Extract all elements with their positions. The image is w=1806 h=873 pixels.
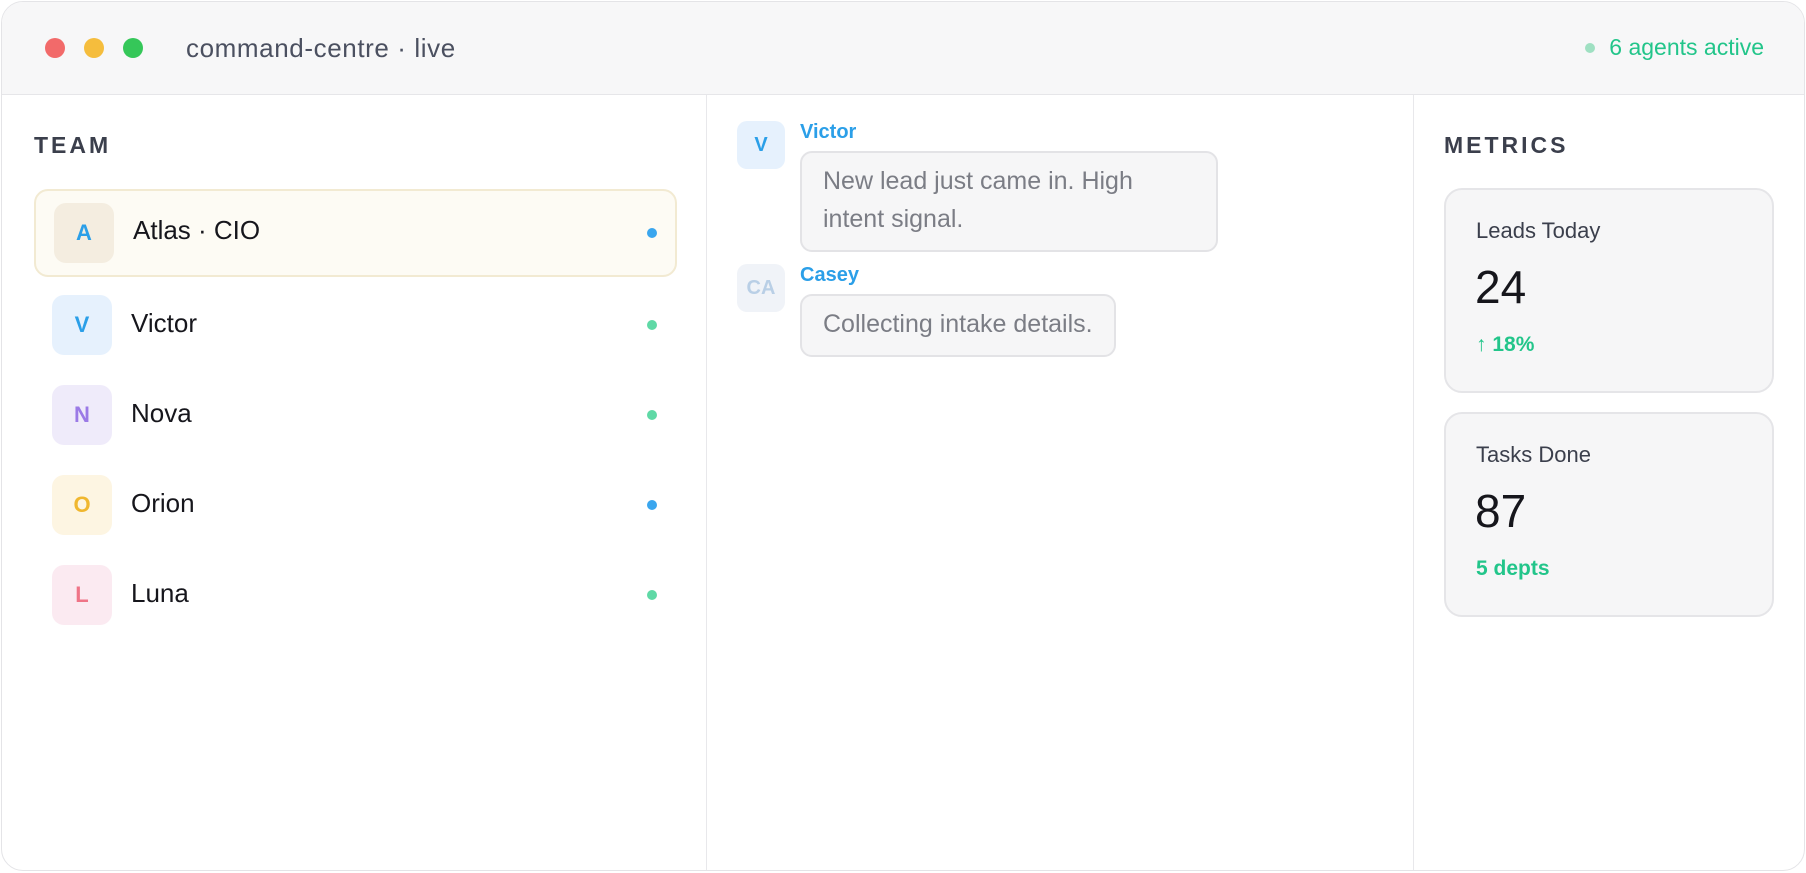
avatar: L — [52, 565, 112, 625]
title-bar: command-centre · live 6 agents active — [2, 2, 1804, 95]
member-name: Luna — [131, 578, 189, 608]
status-dot-icon — [647, 228, 657, 238]
avatar: V — [52, 295, 112, 355]
window-title: command-centre · live — [186, 33, 456, 63]
message-author[interactable]: Casey — [800, 264, 1218, 287]
team-member-orion[interactable]: O Orion — [34, 459, 677, 547]
chat-message: CA Casey Collecting intake details. — [737, 264, 1218, 357]
member-name: Orion — [131, 488, 195, 518]
metrics-panel: METRICS Leads Today 24 ↑ 18% Tasks Done 87 5 … — [1414, 95, 1804, 870]
close-window-button[interactable] — [45, 38, 65, 58]
message-bubble: New lead just came in. High intent signa… — [800, 151, 1218, 252]
team-heading: TEAM — [34, 132, 112, 158]
agents-active-text: 6 agents active — [1609, 34, 1764, 60]
avatar: N — [52, 385, 112, 445]
avatar: CA — [737, 264, 785, 312]
avatar: O — [52, 475, 112, 535]
status-dot-icon — [647, 590, 657, 600]
metric-subtext: ↑ 18% — [1476, 333, 1535, 356]
status-dot-icon — [647, 410, 657, 420]
metric-value: 87 — [1475, 485, 1527, 537]
message-author[interactable]: Victor — [800, 121, 1218, 144]
team-member-atlas[interactable]: A Atlas · CIO — [34, 189, 677, 277]
avatar: A — [54, 203, 114, 263]
minimize-window-button[interactable] — [84, 38, 104, 58]
maximize-window-button[interactable] — [123, 38, 143, 58]
chat-message: V Victor New lead just came in. High inten… — [737, 121, 1218, 252]
status-dot-icon — [647, 320, 657, 330]
team-member-victor[interactable]: V Victor — [34, 279, 677, 367]
message-list: V Victor New lead just came in. High inten… — [737, 121, 1218, 373]
agents-status: 6 agents active — [1585, 34, 1764, 61]
metric-card-leads-today: Leads Today 24 ↑ 18% — [1444, 188, 1774, 393]
chat-panel: V Victor New lead just came in. High inten… — [707, 95, 1414, 870]
member-name: Victor — [131, 308, 197, 338]
metrics-heading: METRICS — [1444, 132, 1569, 158]
app-window: command-centre · live 6 agents active TE… — [1, 1, 1805, 871]
team-member-luna[interactable]: L Luna — [34, 549, 677, 637]
team-member-nova[interactable]: N Nova — [34, 369, 677, 457]
team-panel: TEAM A Atlas · CIO V Victor N Nova O Orion L Luna — [2, 95, 707, 870]
avatar: V — [737, 121, 785, 169]
metric-cards: Leads Today 24 ↑ 18% Tasks Done 87 5 depts — [1444, 188, 1774, 636]
metric-card-tasks-done: Tasks Done 87 5 depts — [1444, 412, 1774, 617]
metric-subtext: 5 depts — [1476, 557, 1550, 580]
member-name: Nova — [131, 398, 192, 428]
team-list: A Atlas · CIO V Victor N Nova O Orion L Luna — [34, 189, 677, 639]
message-bubble: Collecting intake details. — [800, 294, 1116, 357]
status-dot-icon — [1585, 42, 1596, 53]
metric-label: Leads Today — [1476, 218, 1601, 243]
main-content: TEAM A Atlas · CIO V Victor N Nova O Orion L Luna… — [2, 95, 1804, 870]
status-dot-icon — [647, 500, 657, 510]
metric-value: 24 — [1475, 261, 1527, 313]
metric-label: Tasks Done — [1476, 442, 1591, 467]
member-name: Atlas · CIO — [133, 215, 261, 245]
